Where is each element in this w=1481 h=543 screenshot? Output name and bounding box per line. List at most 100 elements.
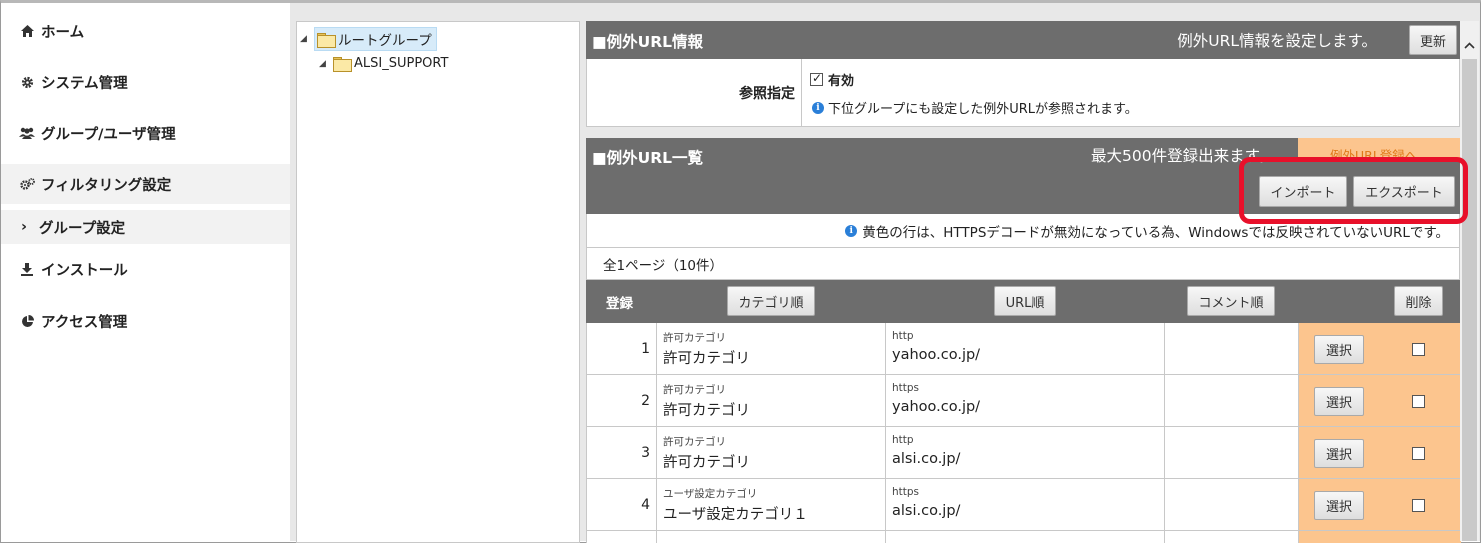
main-panel: ■例外URL情報 例外URL情報を設定します。 更新 参照指定 有効 i 下位グ… bbox=[586, 21, 1461, 543]
category-small: 許可カテゴリ bbox=[663, 332, 726, 344]
url: alsi.co.jp/ bbox=[892, 503, 961, 519]
select-button[interactable]: 選択 bbox=[1314, 439, 1364, 468]
action-cell bbox=[1299, 531, 1461, 543]
comment-cell bbox=[1165, 531, 1299, 543]
category-name: 許可カテゴリ bbox=[663, 403, 750, 419]
action-cell: 選択 bbox=[1299, 375, 1461, 426]
comment-cell bbox=[1165, 323, 1299, 374]
comment-sort-button[interactable]: コメント順 bbox=[1187, 286, 1275, 316]
sidebar-item-label: ホーム bbox=[41, 24, 85, 41]
info-icon: i bbox=[845, 224, 858, 237]
scrollbar-thumb[interactable] bbox=[1462, 59, 1477, 541]
select-button[interactable]: 選択 bbox=[1314, 387, 1364, 416]
enabled-label: 有効 bbox=[828, 74, 855, 89]
action-cell: 選択 bbox=[1299, 479, 1461, 530]
register-column-label: 登録 bbox=[606, 296, 633, 312]
home-icon bbox=[19, 23, 35, 39]
table-row: 4 ユーザ設定カテゴリユーザ設定カテゴリ１ https alsi.co.jp/ 選… bbox=[586, 479, 1461, 531]
table-row: 3 許可カテゴリ 許可カテゴリ http alsi.co.jp/ 選択 bbox=[586, 427, 1461, 479]
comment-cell bbox=[1165, 375, 1299, 426]
page-info-row: 全1ページ（10件） bbox=[586, 247, 1460, 280]
row-number-cell: 2 bbox=[587, 375, 657, 426]
vertical-scrollbar[interactable] bbox=[1460, 21, 1479, 541]
delete-checkbox[interactable] bbox=[1412, 499, 1425, 512]
enabled-checkbox[interactable] bbox=[810, 71, 823, 86]
folder-icon bbox=[317, 32, 336, 48]
comment-cell bbox=[1165, 479, 1299, 530]
sidebar-item-label: フィルタリング設定 bbox=[41, 177, 172, 194]
category-cell bbox=[657, 531, 886, 543]
sidebar-item-groups-users[interactable]: グループ/ユーザ管理 bbox=[1, 113, 290, 153]
row-number: 4 bbox=[641, 497, 650, 513]
sidebar-item-filtering[interactable]: フィルタリング設定 bbox=[1, 164, 290, 204]
url: yahoo.co.jp/ bbox=[892, 347, 981, 363]
chevron-right-icon: › bbox=[21, 219, 27, 235]
sidebar-subitem-group-settings[interactable]: › グループ設定 bbox=[1, 210, 290, 244]
protocol: http bbox=[892, 434, 914, 446]
sidebar-item-system[interactable]: システム管理 bbox=[1, 62, 290, 102]
expand-triangle-icon[interactable]: ◢ bbox=[319, 59, 333, 69]
exception-info-header: ■例外URL情報 例外URL情報を設定します。 更新 bbox=[586, 21, 1460, 59]
enabled-checkbox-group[interactable]: 有効 bbox=[810, 70, 854, 89]
tree-node-selected[interactable]: ルートグループ bbox=[314, 27, 437, 51]
category-sort-button[interactable]: カテゴリ順 bbox=[727, 286, 815, 316]
tree-node-label: ルートグループ bbox=[338, 33, 432, 49]
url-cell: http alsi.co.jp/ bbox=[886, 427, 1165, 478]
delete-checkbox[interactable] bbox=[1412, 343, 1425, 356]
group-tree: ◢ ルートグループ ◢ ALSI_SUPPORT bbox=[296, 21, 580, 543]
scroll-up-icon[interactable] bbox=[1460, 31, 1479, 59]
category-small: 許可カテゴリ bbox=[663, 384, 726, 396]
info-icon: i bbox=[812, 101, 824, 114]
category-cell: 許可カテゴリ 許可カテゴリ bbox=[657, 323, 886, 374]
url-cell: https alsi.co.jp/ bbox=[886, 479, 1165, 530]
sidebar-item-label: グループ/ユーザ管理 bbox=[41, 126, 176, 143]
reference-note: i 下位グループにも設定した例外URLが参照されます。 bbox=[812, 98, 1138, 117]
url-cell: https yahoo.co.jp/ bbox=[886, 375, 1165, 426]
category-name: ユーザ設定カテゴリ１ bbox=[663, 507, 808, 523]
category-small: ユーザ設定カテゴリ bbox=[663, 488, 758, 500]
delete-checkbox[interactable] bbox=[1412, 447, 1425, 460]
table-row-partial bbox=[586, 531, 1461, 543]
sidebar-item-home[interactable]: ホーム bbox=[1, 11, 290, 51]
protocol: https bbox=[892, 486, 920, 498]
users-icon bbox=[19, 125, 35, 141]
sidebar-item-label: インストール bbox=[41, 262, 128, 279]
delete-button[interactable]: 削除 bbox=[1394, 286, 1443, 316]
category-small: 許可カテゴリ bbox=[663, 436, 726, 448]
row-number: 2 bbox=[641, 393, 650, 409]
page-info: 全1ページ（10件） bbox=[603, 257, 723, 274]
select-button[interactable]: 選択 bbox=[1314, 491, 1364, 520]
section-title: ■例外URL一覧 bbox=[592, 149, 704, 167]
reference-note-text: 下位グループにも設定した例外URLが参照されます。 bbox=[828, 102, 1138, 117]
sidebar-item-access[interactable]: アクセス管理 bbox=[1, 301, 290, 341]
gears-icon bbox=[19, 176, 35, 192]
url-sort-button[interactable]: URL順 bbox=[994, 286, 1056, 316]
url-cell bbox=[886, 531, 1165, 543]
reference-setting-row: 参照指定 有効 i 下位グループにも設定した例外URLが参照されます。 bbox=[586, 59, 1460, 127]
action-cell: 選択 bbox=[1299, 427, 1461, 478]
update-button[interactable]: 更新 bbox=[1409, 25, 1457, 55]
category-cell: 許可カテゴリ 許可カテゴリ bbox=[657, 375, 886, 426]
url-cell: http yahoo.co.jp/ bbox=[886, 323, 1165, 374]
sidebar-item-install[interactable]: インストール bbox=[1, 249, 290, 289]
row-number-cell: 3 bbox=[587, 427, 657, 478]
row-number-cell: 4 bbox=[587, 479, 657, 530]
category-name: 許可カテゴリ bbox=[663, 351, 750, 367]
category-cell: ユーザ設定カテゴリユーザ設定カテゴリ１ bbox=[657, 479, 886, 530]
table-row: 2 許可カテゴリ 許可カテゴリ https yahoo.co.jp/ 選択 bbox=[586, 375, 1461, 427]
download-icon bbox=[19, 261, 35, 277]
import-export-highlight bbox=[1239, 157, 1468, 224]
delete-checkbox[interactable] bbox=[1412, 395, 1425, 408]
sidebar: ホーム システム管理 グループ/ユーザ管理 フィルタリング設定 › グループ設定… bbox=[1, 3, 290, 541]
protocol: https bbox=[892, 382, 920, 394]
category-name: 許可カテゴリ bbox=[663, 455, 750, 471]
tree-node-label: ALSI_SUPPORT bbox=[354, 56, 449, 71]
row-number-cell: 1 bbox=[587, 323, 657, 374]
tree-node-root[interactable]: ◢ ルートグループ bbox=[300, 27, 437, 51]
protocol: http bbox=[892, 330, 914, 342]
expand-triangle-icon[interactable]: ◢ bbox=[300, 34, 314, 44]
category-cell: 許可カテゴリ 許可カテゴリ bbox=[657, 427, 886, 478]
select-button[interactable]: 選択 bbox=[1314, 335, 1364, 364]
sidebar-item-label: アクセス管理 bbox=[41, 314, 128, 331]
tree-node-child[interactable]: ◢ ALSI_SUPPORT bbox=[319, 56, 449, 72]
